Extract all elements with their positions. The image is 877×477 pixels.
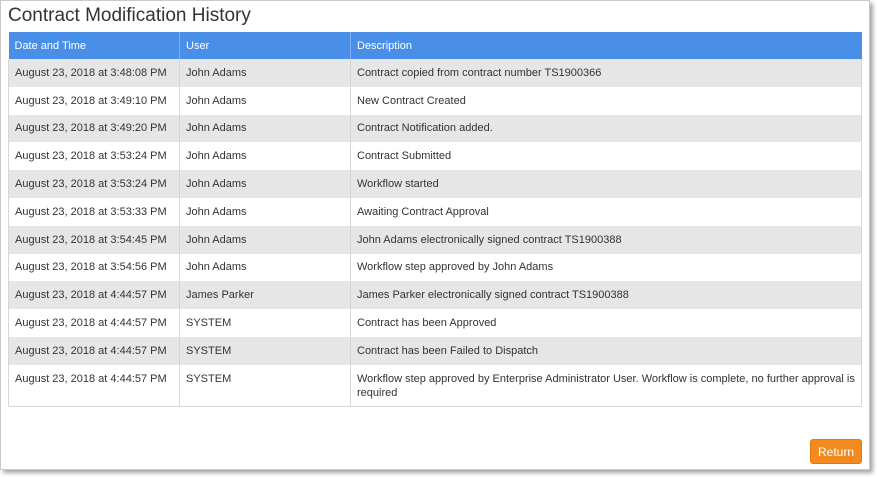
cell-user: SYSTEM: [179, 336, 351, 365]
table-row: August 23, 2018 at 3:53:24 PM John Adams…: [8, 142, 862, 171]
cell-user: John Adams: [179, 170, 351, 198]
cell-user: John Adams: [179, 59, 351, 87]
column-header-user: User: [179, 32, 351, 59]
table-row: August 23, 2018 at 3:49:10 PM John Adams…: [8, 86, 862, 115]
table-row: August 23, 2018 at 3:54:45 PM John Adams…: [8, 225, 862, 254]
cell-date: August 23, 2018 at 3:49:20 PM: [8, 114, 180, 143]
table-row: August 23, 2018 at 4:44:57 PM SYSTEM Con…: [8, 336, 862, 365]
cell-description: Contract Notification added.: [350, 114, 862, 143]
table-row: August 23, 2018 at 3:48:08 PM John Adams…: [8, 59, 862, 87]
cell-description: Awaiting Contract Approval: [350, 197, 862, 226]
cell-date: August 23, 2018 at 3:48:08 PM: [8, 59, 180, 87]
cell-date: August 23, 2018 at 4:44:57 PM: [8, 364, 180, 408]
cell-description: Contract copied from contract number TS1…: [350, 59, 862, 87]
cell-user: SYSTEM: [179, 364, 351, 408]
cell-description: Workflow step approved by Enterprise Adm…: [350, 364, 862, 408]
cell-description: John Adams electronically signed contrac…: [350, 225, 862, 254]
page-title: Contract Modification History: [8, 5, 251, 26]
cell-date: August 23, 2018 at 3:54:45 PM: [8, 225, 180, 254]
cell-date: August 23, 2018 at 3:53:33 PM: [8, 197, 180, 226]
cell-description: Contract Submitted: [350, 142, 862, 171]
cell-date: August 23, 2018 at 3:49:10 PM: [8, 86, 180, 115]
cell-user: SYSTEM: [179, 309, 351, 337]
cell-description: Workflow step approved by John Adams: [350, 253, 862, 282]
cell-description: Workflow started: [350, 170, 862, 198]
table-header-row: Date and Time User Description: [8, 32, 862, 59]
cell-description: New Contract Created: [350, 86, 862, 115]
table-row: August 23, 2018 at 3:49:20 PM John Adams…: [8, 114, 862, 143]
cell-date: August 23, 2018 at 3:54:56 PM: [8, 253, 180, 282]
table-row: August 23, 2018 at 3:53:24 PM John Adams…: [8, 170, 862, 198]
cell-user: John Adams: [179, 114, 351, 143]
cell-date: August 23, 2018 at 3:53:24 PM: [8, 170, 180, 198]
cell-date: August 23, 2018 at 4:44:57 PM: [8, 309, 180, 337]
table-row: August 23, 2018 at 4:44:57 PM James Park…: [8, 281, 862, 310]
column-header-description: Description: [350, 32, 862, 59]
cell-date: August 23, 2018 at 4:44:57 PM: [8, 281, 180, 310]
contract-history-dialog: Contract Modification History Date and T…: [0, 0, 870, 470]
cell-date: August 23, 2018 at 3:53:24 PM: [8, 142, 180, 171]
cell-user: John Adams: [179, 197, 351, 226]
cell-user: James Parker: [179, 281, 351, 310]
cell-description: James Parker electronically signed contr…: [350, 281, 862, 310]
cell-user: John Adams: [179, 225, 351, 254]
table-row: August 23, 2018 at 4:44:57 PM SYSTEM Con…: [8, 309, 862, 337]
cell-description: Contract has been Approved: [350, 309, 862, 337]
cell-date: August 23, 2018 at 4:44:57 PM: [8, 336, 180, 365]
cell-user: John Adams: [179, 86, 351, 115]
table-row: August 23, 2018 at 3:54:56 PM John Adams…: [8, 253, 862, 282]
cell-user: John Adams: [179, 142, 351, 171]
column-header-date: Date and Time: [8, 32, 180, 59]
table-row: August 23, 2018 at 3:53:33 PM John Adams…: [8, 197, 862, 226]
cell-user: John Adams: [179, 253, 351, 282]
history-table: Date and Time User Description August 23…: [8, 32, 862, 408]
cell-description: Contract has been Failed to Dispatch: [350, 336, 862, 365]
return-button[interactable]: Return: [810, 439, 862, 464]
table-row: August 23, 2018 at 4:44:57 PM SYSTEM Wor…: [8, 364, 862, 408]
